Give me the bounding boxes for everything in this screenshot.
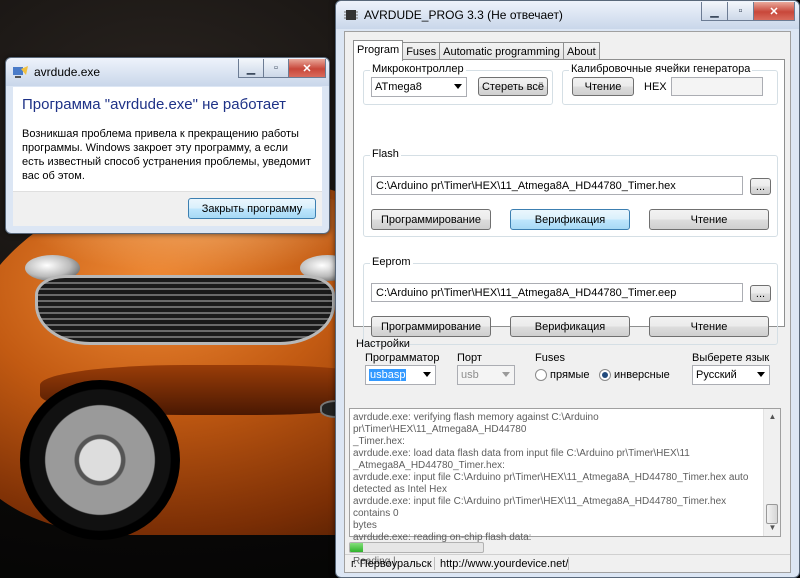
program-tab-page: Микроконтроллер ATmega8 Стереть всё Кали… [353, 59, 785, 345]
log-line: avrdude.exe: input file C:\Arduino pr\Ti… [353, 472, 749, 483]
tab-program[interactable]: Program [353, 40, 404, 61]
log-scrollbar[interactable]: ▲ ▼ [763, 409, 780, 536]
mcu-select[interactable]: ATmega8 [371, 77, 467, 97]
minimize-icon: ▁ [710, 5, 719, 18]
fuses-direct-label: прямые [550, 369, 590, 381]
fuses-label: Fuses [535, 352, 565, 364]
error-dialog-title: avrdude.exe [34, 65, 101, 79]
error-dialog-footer: Закрыть программу [13, 191, 322, 226]
eeprom-browse-button[interactable]: ... [750, 285, 771, 302]
log-line: avrdude.exe: verifying flash memory agai… [353, 412, 599, 435]
main-window-client: Program Fuses Automatic programming Abou… [344, 31, 791, 573]
tab-strip: Program Fuses Automatic programming Abou… [353, 40, 600, 61]
hex-label: HEX [644, 81, 667, 93]
close-icon: ✕ [302, 62, 312, 75]
close-button[interactable]: ✕ [753, 2, 795, 21]
scroll-down-icon[interactable]: ▼ [765, 520, 780, 536]
maximize-button[interactable]: ▫ [727, 2, 754, 21]
log-line: detected as Intel Hex [353, 484, 447, 495]
minimize-button[interactable]: ▁ [238, 59, 264, 78]
close-program-button[interactable]: Закрыть программу [188, 198, 316, 219]
minimize-icon: ▁ [246, 62, 256, 75]
car-grille [35, 275, 335, 345]
language-select-value: Русский [696, 369, 737, 381]
car-wheel [20, 380, 180, 540]
language-label: Выберете язык [692, 352, 770, 364]
port-select-value: usb [461, 369, 479, 381]
settings-label: Настройки [356, 338, 410, 350]
erase-all-button[interactable]: Стереть всё [478, 77, 548, 96]
log-line: avrdude.exe: load data flash data from i… [353, 448, 690, 459]
tab-fuses[interactable]: Fuses [402, 42, 441, 60]
main-window-titlebar[interactable]: AVRDUDE_PROG 3.3 (Не отвечает) ▁ ▫ ✕ [336, 1, 799, 29]
hex-value-field[interactable] [671, 77, 763, 96]
log-line: bytes [353, 520, 377, 531]
chevron-down-icon [454, 84, 462, 89]
mcu-group-label: Микроконтроллер [370, 63, 466, 75]
error-message: Возникшая проблема привела к прекращению… [22, 128, 311, 182]
programmer-select-value: usbasp [369, 369, 407, 381]
eeprom-program-button[interactable]: Программирование [371, 316, 491, 337]
flash-read-button[interactable]: Чтение [649, 209, 769, 230]
maximize-button[interactable]: ▫ [263, 59, 289, 78]
flash-file-field[interactable]: C:\Arduino pr\Timer\HEX\11_Atmega8A_HD44… [371, 176, 743, 195]
log-line: _Atmega8A_HD44780_Timer.hex: [353, 460, 505, 471]
log-line: avrdude.exe: input file C:\Arduino pr\Ti… [353, 496, 727, 519]
error-dialog: avrdude.exe ▁ ▫ ✕ Программа "avrdude.exe… [5, 57, 330, 234]
tab-about[interactable]: About [562, 42, 600, 60]
status-divider [568, 557, 569, 570]
fuses-inverse-label: инверсные [614, 369, 670, 381]
mcu-select-value: ATmega8 [375, 81, 422, 93]
status-url[interactable]: http://www.yourdevice.net/ [440, 558, 568, 570]
eeprom-verify-button[interactable]: Верификация [510, 316, 630, 337]
progress-fill [350, 543, 364, 552]
status-bar: г. Первоуральск http://www.yourdevice.ne… [345, 554, 790, 572]
eeprom-read-button[interactable]: Чтение [649, 316, 769, 337]
port-select[interactable]: usb [457, 365, 515, 385]
scroll-up-icon[interactable]: ▲ [765, 409, 780, 425]
fuses-inverse-radio[interactable] [599, 369, 611, 381]
close-icon: ✕ [769, 5, 779, 18]
flash-browse-button[interactable]: ... [750, 178, 771, 195]
avrdude-prog-window: AVRDUDE_PROG 3.3 (Не отвечает) ▁ ▫ ✕ Pro… [335, 0, 800, 578]
eeprom-group-label: Eeprom [370, 256, 413, 268]
error-dialog-titlebar[interactable]: avrdude.exe ▁ ▫ ✕ [6, 58, 329, 86]
chevron-down-icon [423, 372, 431, 377]
chevron-down-icon [502, 372, 510, 377]
flash-verify-button[interactable]: Верификация [510, 209, 630, 230]
maximize-icon: ▫ [738, 5, 743, 17]
flash-group-label: Flash [370, 148, 401, 160]
programmer-select[interactable]: usbasp [365, 365, 436, 385]
chevron-down-icon [757, 372, 765, 377]
error-heading: Программа "avrdude.exe" не работает [22, 96, 286, 113]
eeprom-file-field[interactable]: C:\Arduino pr\Timer\HEX\11_Atmega8A_HD44… [371, 283, 743, 302]
fuses-direct-radio[interactable] [535, 369, 547, 381]
error-dialog-body: Программа "avrdude.exe" не работает Возн… [13, 87, 322, 226]
log-output[interactable]: avrdude.exe: verifying flash memory agai… [349, 408, 781, 567]
calibration-group-label: Калибровочные ячейки генератора [569, 63, 753, 75]
close-button[interactable]: ✕ [288, 59, 326, 78]
main-window-title: AVRDUDE_PROG 3.3 (Не отвечает) [364, 8, 563, 22]
status-divider [434, 557, 435, 570]
maximize-icon: ▫ [274, 62, 278, 74]
flash-program-button[interactable]: Программирование [371, 209, 491, 230]
status-city: г. Первоуральск [351, 558, 432, 570]
progress-bar [349, 542, 484, 553]
app-icon [13, 66, 28, 78]
minimize-button[interactable]: ▁ [701, 2, 728, 21]
language-select[interactable]: Русский [692, 365, 770, 385]
tab-automatic-programming[interactable]: Automatic programming [439, 42, 564, 60]
log-line: _Timer.hex: [353, 436, 405, 447]
calibration-read-button[interactable]: Чтение [572, 77, 634, 96]
programmer-label: Программатор [365, 352, 440, 364]
port-label: Порт [457, 352, 482, 364]
chip-icon [344, 10, 358, 20]
